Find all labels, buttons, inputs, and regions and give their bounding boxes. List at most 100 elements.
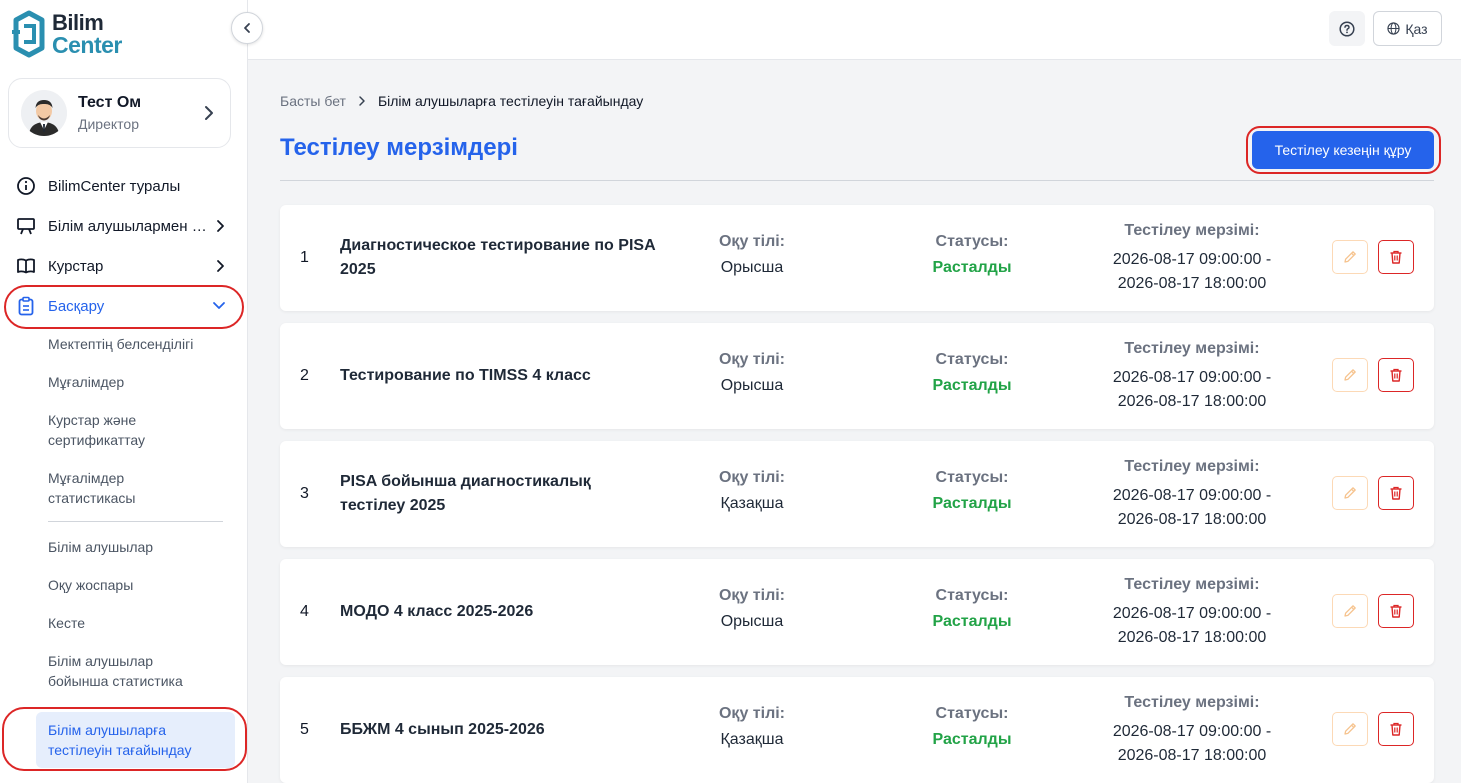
delete-button[interactable]: [1378, 476, 1414, 510]
period-end: 2026-08-17 18:00:00: [1117, 275, 1267, 292]
period-label: Тестілеу мерзімі:: [1124, 222, 1260, 239]
create-testing-period-button[interactable]: Тестілеу кезеңін құру: [1252, 131, 1434, 169]
nav-item-courses[interactable]: Курстар: [16, 254, 226, 278]
nav-item-students-label: Білім алушылармен жұмыс: [48, 217, 216, 235]
pencil-icon: [1344, 723, 1356, 735]
submenu-item[interactable]: Білім алушылар бойынша статистика: [48, 651, 198, 691]
nav-item-about[interactable]: BilimCenter туралы: [16, 174, 226, 198]
submenu-item[interactable]: Мұғалімдер: [48, 372, 228, 392]
pencil-icon: [1344, 369, 1356, 381]
trash-icon: [1390, 604, 1402, 618]
trash-icon: [1390, 368, 1402, 382]
period-value: 2026-08-17 09:00:00 - 2026-08-17 18:00:00: [1082, 484, 1302, 532]
period-end: 2026-08-17 18:00:00: [1117, 393, 1267, 410]
language-label: Оқу тілі:: [718, 351, 785, 368]
delete-button[interactable]: [1378, 240, 1414, 274]
language-value: Қазақша: [720, 495, 784, 512]
profile-role: Директор: [78, 116, 139, 132]
logo[interactable]: Bilim Center: [10, 10, 122, 58]
delete-button[interactable]: [1378, 358, 1414, 392]
period-column: Тестілеу мерзімі: 2026-08-17 09:00:00 -2…: [1082, 340, 1302, 414]
breadcrumb-home[interactable]: Басты бет: [280, 93, 346, 109]
pencil-icon: [1344, 487, 1356, 499]
delete-button[interactable]: [1378, 712, 1414, 746]
globe-icon: [1387, 22, 1401, 35]
nav-item-about-label: BilimCenter туралы: [48, 177, 181, 195]
info-icon: [16, 176, 36, 196]
status-label: Статусы:: [935, 233, 1009, 250]
edit-button[interactable]: [1332, 358, 1368, 392]
language-column: Оқу тілі: Қазақша: [700, 469, 804, 513]
testing-title: Тестирование по TIMSS 4 класс: [340, 367, 591, 384]
language-label: Оқу тілі:: [718, 587, 785, 604]
testing-title: МОДО 4 класс 2025-2026: [340, 603, 534, 620]
submenu-item[interactable]: Мектептің белсенділігі: [48, 334, 228, 354]
chevron-left-icon: [244, 23, 250, 33]
topbar: Қаз: [248, 0, 1461, 60]
period-label: Тестілеу мерзімі:: [1124, 576, 1260, 593]
period-column: Тестілеу мерзімі: 2026-08-17 09:00:00 -2…: [1082, 458, 1302, 532]
collapse-sidebar-button[interactable]: [231, 12, 263, 44]
submenu-item[interactable]: Мұғалімдер статистикасы: [48, 468, 178, 508]
row-number: 3: [300, 485, 309, 502]
submenu-item-active[interactable]: Білім алушыларға тестілеуін тағайындау: [48, 720, 208, 760]
nav-item-manage-label: Басқару: [48, 297, 105, 315]
trash-icon: [1390, 250, 1402, 264]
status-label: Статусы:: [935, 705, 1009, 722]
language-column: Оқу тілі: Қазақша: [700, 705, 804, 749]
trash-icon: [1390, 722, 1402, 736]
chevron-right-icon: [217, 260, 224, 272]
edit-button[interactable]: [1332, 240, 1368, 274]
period-value: 2026-08-17 09:00:00 - 2026-08-17 18:00:00: [1082, 720, 1302, 768]
period-start: 2026-08-17 09:00:00 -: [1112, 251, 1272, 268]
avatar-person-icon: [21, 90, 67, 136]
delete-button[interactable]: [1378, 594, 1414, 628]
help-button[interactable]: [1329, 11, 1365, 46]
row-number: 4: [300, 603, 309, 620]
language-column: Оқу тілі: Орысша: [700, 233, 804, 277]
edit-button[interactable]: [1332, 712, 1368, 746]
testing-title: Диагностическое тестирование по PISA 202…: [340, 237, 656, 278]
edit-button[interactable]: [1332, 476, 1368, 510]
period-value: 2026-08-17 09:00:00 - 2026-08-17 18:00:00: [1082, 366, 1302, 414]
submenu-item[interactable]: Курстар және сертификаттау: [48, 410, 178, 450]
book-icon: [16, 256, 36, 276]
status-label: Статусы:: [935, 587, 1009, 604]
period-end: 2026-08-17 18:00:00: [1117, 629, 1267, 646]
language-column: Оқу тілі: Орысша: [700, 587, 804, 631]
language-label: Оқу тілі:: [718, 469, 785, 486]
status-column: Статусы: Расталды: [912, 705, 1032, 749]
chevron-right-icon: [358, 95, 366, 107]
nav-item-students[interactable]: Білім алушылармен жұмыс: [16, 214, 226, 238]
status-label: Статусы:: [935, 469, 1009, 486]
breadcrumb: Басты бет Білім алушыларға тестілеуін та…: [280, 93, 643, 109]
submenu-item[interactable]: Кесте: [48, 613, 228, 633]
profile-name: Тест Ом: [78, 94, 142, 111]
pencil-icon: [1344, 605, 1356, 617]
page-title: Тестілеу мерзімдері: [280, 134, 518, 161]
submenu-divider: [48, 521, 223, 522]
language-label: Оқу тілі:: [718, 233, 785, 250]
edit-button[interactable]: [1332, 594, 1368, 628]
title-divider: [280, 180, 1434, 181]
language-column: Оқу тілі: Орысша: [700, 351, 804, 395]
period-value: 2026-08-17 09:00:00 - 2026-08-17 18:00:00: [1082, 248, 1302, 296]
chevron-down-icon: [213, 302, 225, 309]
status-column: Статусы: Расталды: [912, 351, 1032, 395]
status-value: Расталды: [932, 613, 1012, 630]
submenu-item[interactable]: Оқу жоспары: [48, 575, 228, 595]
status-value: Расталды: [932, 259, 1012, 276]
status-label: Статусы:: [935, 351, 1009, 368]
profile-card[interactable]: Тест Ом Директор: [8, 78, 231, 148]
avatar: [21, 90, 67, 136]
logo-text: Bilim Center: [52, 12, 122, 57]
period-label: Тестілеу мерзімі:: [1124, 340, 1260, 357]
nav-item-manage[interactable]: Басқару: [16, 294, 226, 318]
row-number: 5: [300, 721, 309, 738]
period-end: 2026-08-17 18:00:00: [1117, 747, 1267, 764]
period-start: 2026-08-17 09:00:00 -: [1112, 605, 1272, 622]
language-label: Қаз: [1405, 20, 1428, 37]
language-select[interactable]: Қаз: [1373, 11, 1442, 46]
submenu-item[interactable]: Білім алушылар: [48, 537, 228, 557]
testing-card: 3 PISA бойынша диагностикалық тестілеу 2…: [280, 441, 1434, 547]
